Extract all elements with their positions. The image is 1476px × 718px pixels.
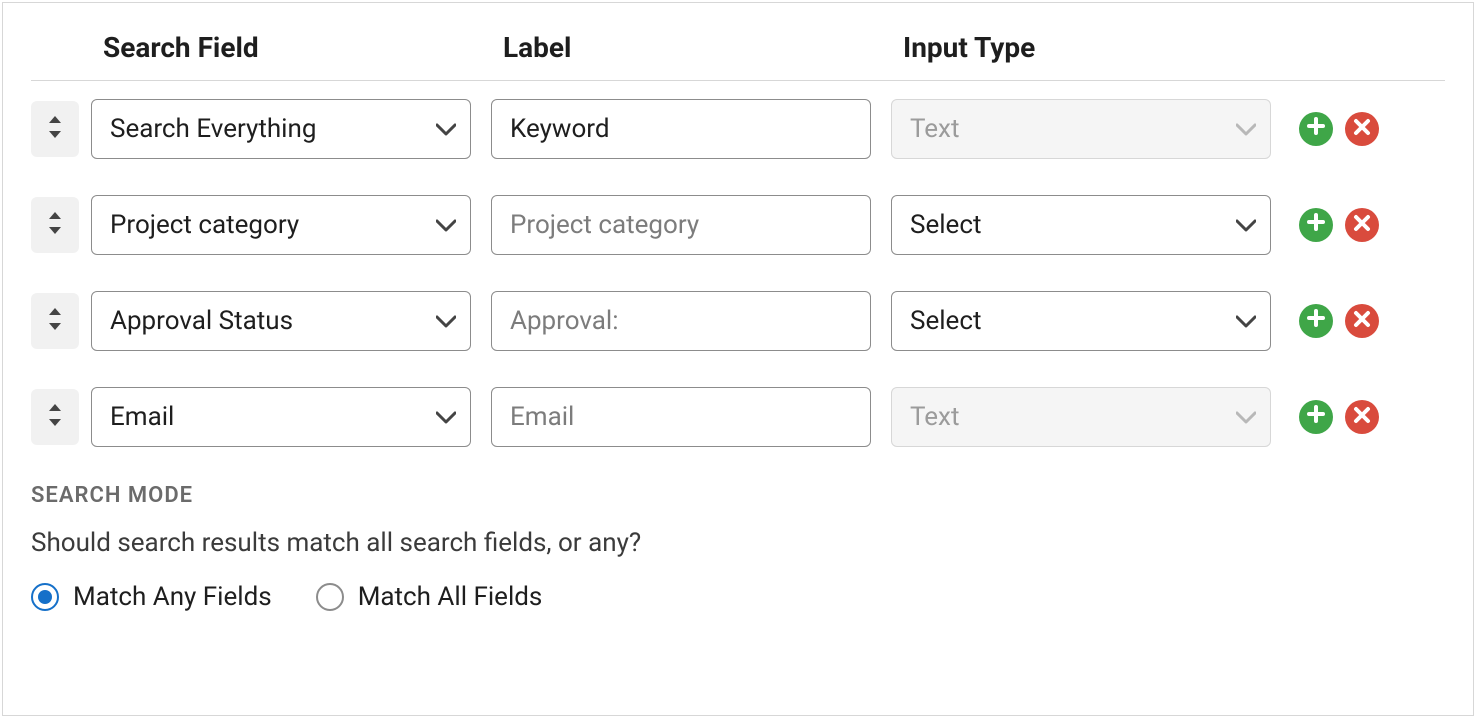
search-mode-title: SEARCH MODE xyxy=(31,483,1445,508)
search-fields-panel: Search Field Label Input Type Search Eve… xyxy=(2,2,1474,716)
remove-row-button[interactable] xyxy=(1345,400,1379,434)
drag-handle[interactable] xyxy=(31,293,79,349)
add-row-button[interactable] xyxy=(1299,400,1333,434)
chevron-down-icon xyxy=(1236,306,1256,336)
search-field-select[interactable]: Email xyxy=(91,387,471,447)
drag-handle[interactable] xyxy=(31,389,79,445)
add-row-button[interactable] xyxy=(1299,112,1333,146)
input-type-value: Select xyxy=(910,306,981,336)
remove-row-button[interactable] xyxy=(1345,304,1379,338)
close-icon xyxy=(1353,117,1371,142)
header-input-type: Input Type xyxy=(891,31,1291,64)
close-icon xyxy=(1353,405,1371,430)
label-text: Keyword xyxy=(510,114,610,144)
plus-icon xyxy=(1306,308,1326,334)
search-field-select[interactable]: Project category xyxy=(91,195,471,255)
plus-icon xyxy=(1306,404,1326,430)
chevron-down-icon xyxy=(436,402,456,432)
radio-match-any[interactable]: Match Any Fields xyxy=(31,582,272,612)
input-type-select: Text xyxy=(891,387,1271,447)
label-input[interactable]: Project category xyxy=(491,195,871,255)
table-row: Project category Project category Select xyxy=(31,195,1445,255)
close-icon xyxy=(1353,309,1371,334)
input-type-select: Text xyxy=(891,99,1271,159)
chevron-down-icon xyxy=(1236,402,1256,432)
label-text: Email xyxy=(510,402,574,432)
radio-match-all-label: Match All Fields xyxy=(358,582,543,612)
input-type-select[interactable]: Select xyxy=(891,291,1271,351)
chevron-down-icon xyxy=(436,210,456,240)
label-input[interactable]: Approval: xyxy=(491,291,871,351)
table-row: Search Everything Keyword Text xyxy=(31,99,1445,159)
radio-match-any-label: Match Any Fields xyxy=(73,582,272,612)
label-input[interactable]: Keyword xyxy=(491,99,871,159)
header-search-field: Search Field xyxy=(91,31,491,64)
input-type-value: Text xyxy=(910,114,959,144)
input-type-value: Select xyxy=(910,210,981,240)
chevron-down-icon xyxy=(436,114,456,144)
search-field-select[interactable]: Approval Status xyxy=(91,291,471,351)
radio-match-all[interactable]: Match All Fields xyxy=(316,582,543,612)
search-field-value: Search Everything xyxy=(110,114,316,144)
header-label: Label xyxy=(491,31,891,64)
search-mode-options: Match Any Fields Match All Fields xyxy=(31,582,1445,612)
search-field-select[interactable]: Search Everything xyxy=(91,99,471,159)
add-row-button[interactable] xyxy=(1299,304,1333,338)
table-row: Email Email Text xyxy=(31,387,1445,447)
remove-row-button[interactable] xyxy=(1345,208,1379,242)
input-type-select[interactable]: Select xyxy=(891,195,1271,255)
search-field-value: Project category xyxy=(110,210,299,240)
remove-row-button[interactable] xyxy=(1345,112,1379,146)
label-input[interactable]: Email xyxy=(491,387,871,447)
table-header: Search Field Label Input Type xyxy=(31,31,1445,81)
plus-icon xyxy=(1306,212,1326,238)
table-row: Approval Status Approval: Select xyxy=(31,291,1445,351)
search-field-value: Email xyxy=(110,402,174,432)
radio-dot-icon xyxy=(31,583,59,611)
chevron-down-icon xyxy=(1236,114,1256,144)
sort-icon xyxy=(46,114,64,144)
sort-icon xyxy=(46,306,64,336)
sort-icon xyxy=(46,402,64,432)
search-field-value: Approval Status xyxy=(110,306,293,336)
label-text: Approval: xyxy=(510,306,619,336)
chevron-down-icon xyxy=(1236,210,1256,240)
close-icon xyxy=(1353,213,1371,238)
drag-handle[interactable] xyxy=(31,197,79,253)
label-text: Project category xyxy=(510,210,699,240)
search-mode-description: Should search results match all search f… xyxy=(31,528,1445,558)
add-row-button[interactable] xyxy=(1299,208,1333,242)
plus-icon xyxy=(1306,116,1326,142)
drag-handle[interactable] xyxy=(31,101,79,157)
sort-icon xyxy=(46,210,64,240)
radio-dot-icon xyxy=(316,583,344,611)
input-type-value: Text xyxy=(910,402,959,432)
chevron-down-icon xyxy=(436,306,456,336)
